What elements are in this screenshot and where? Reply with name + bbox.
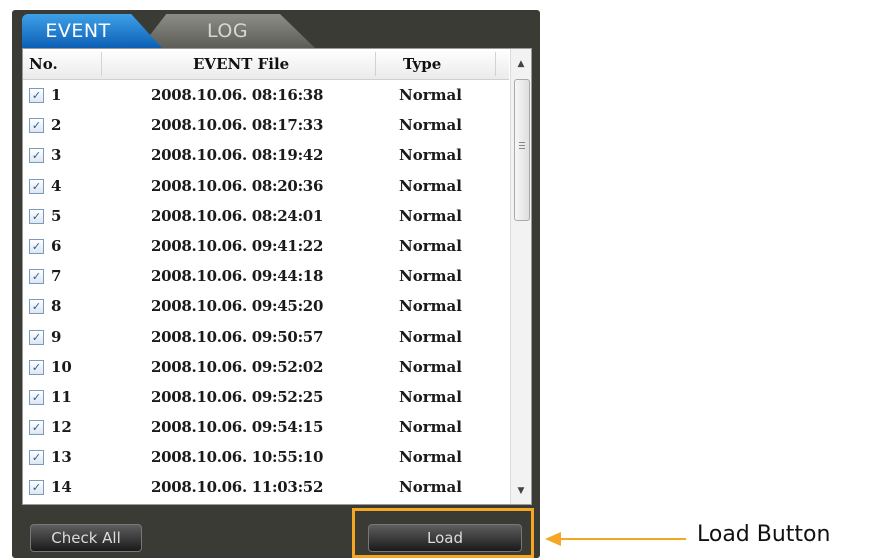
event-file-name: 2008.10.06. 09:52:25	[151, 387, 324, 406]
row-checkbox[interactable]: ✓	[29, 450, 44, 466]
event-type: Normal	[399, 236, 462, 255]
event-type: Normal	[399, 448, 462, 467]
event-type: Normal	[399, 478, 462, 497]
event-file-name: 2008.10.06. 09:44:18	[151, 267, 324, 286]
event-file-name: 2008.10.06. 11:03:52	[151, 478, 324, 497]
arrow-left-icon	[545, 532, 561, 546]
event-type: Normal	[399, 176, 462, 195]
table-body: ✓ 1 2008.10.06. 08:16:38 Normal ✓ 2 2008.10.0…	[23, 80, 509, 503]
event-file-name: 2008.10.06. 08:24:01	[151, 206, 324, 225]
table-row[interactable]: ✓ 9 2008.10.06. 09:50:57 Normal	[23, 322, 509, 352]
table-row[interactable]: ✓ 2 2008.10.06. 08:17:33 Normal	[23, 110, 509, 140]
row-number: 9	[51, 327, 62, 346]
row-checkbox[interactable]: ✓	[29, 299, 44, 315]
table-row[interactable]: ✓ 11 2008.10.06. 09:52:25 Normal	[23, 382, 509, 412]
table-row[interactable]: ✓ 5 2008.10.06. 08:24:01 Normal	[23, 201, 509, 231]
row-number: 14	[51, 478, 72, 497]
column-divider	[375, 52, 376, 76]
event-type: Normal	[399, 297, 462, 316]
event-file-name: 2008.10.06. 08:17:33	[151, 116, 324, 135]
event-type: Normal	[399, 387, 462, 406]
event-type: Normal	[399, 146, 462, 165]
event-type: Normal	[399, 206, 462, 225]
table-row[interactable]: ✓ 8 2008.10.06. 09:45:20 Normal	[23, 291, 509, 321]
row-checkbox[interactable]: ✓	[29, 420, 44, 436]
table-row[interactable]: ✓ 7 2008.10.06. 09:44:18 Normal	[23, 261, 509, 291]
event-file-list: No. EVENT File Type ✓ 1 2008.10.06. 08:16:…	[22, 48, 532, 505]
event-type: Normal	[399, 86, 462, 104]
tab-log-label: LOG	[206, 20, 249, 42]
table-row[interactable]: ✓ 10 2008.10.06. 09:52:02 Normal	[23, 352, 509, 382]
table-row[interactable]: ✓ 13 2008.10.06. 10:55:10 Normal	[23, 442, 509, 472]
event-file-name: 2008.10.06. 08:19:42	[151, 146, 324, 165]
event-type: Normal	[399, 267, 462, 286]
load-button-highlight	[352, 508, 534, 558]
table-row[interactable]: ✓ 4 2008.10.06. 08:20:36 Normal	[23, 171, 509, 201]
row-number: 11	[51, 387, 72, 406]
chevron-down-icon[interactable]: ▼	[511, 480, 531, 502]
column-divider	[495, 52, 496, 76]
row-checkbox[interactable]: ✓	[29, 178, 44, 194]
row-checkbox[interactable]: ✓	[29, 329, 44, 345]
event-file-name: 2008.10.06. 09:54:15	[151, 418, 324, 437]
row-checkbox[interactable]: ✓	[29, 238, 44, 254]
table-row[interactable]: ✓ 1 2008.10.06. 08:16:38 Normal	[23, 80, 509, 110]
event-file-name: 2008.10.06. 09:52:02	[151, 357, 324, 376]
column-header-type[interactable]: Type	[403, 55, 441, 73]
row-number: 6	[51, 236, 62, 255]
row-checkbox[interactable]: ✓	[29, 389, 44, 405]
row-number: 7	[51, 267, 62, 286]
callout-label: Load Button	[697, 522, 831, 547]
event-file-name: 2008.10.06. 10:55:10	[151, 448, 324, 467]
row-number: 5	[51, 206, 62, 225]
column-header-event-file[interactable]: EVENT File	[193, 55, 289, 73]
row-checkbox[interactable]: ✓	[29, 208, 44, 224]
row-checkbox[interactable]: ✓	[29, 359, 44, 375]
event-type: Normal	[399, 327, 462, 346]
row-checkbox[interactable]: ✓	[29, 269, 44, 285]
tab-event-label: EVENT	[45, 20, 111, 42]
event-file-name: 2008.10.06. 08:20:36	[151, 176, 324, 195]
table-row[interactable]: ✓ 3 2008.10.06. 08:19:42 Normal	[23, 140, 509, 170]
event-file-name: 2008.10.06. 09:50:57	[151, 327, 324, 346]
row-number: 4	[51, 176, 62, 195]
row-number: 2	[51, 116, 62, 135]
grip-icon	[519, 142, 525, 143]
row-number: 12	[51, 418, 72, 437]
row-number: 3	[51, 146, 62, 165]
event-file-name: 2008.10.06. 08:16:38	[151, 86, 324, 104]
row-number: 1	[51, 86, 62, 104]
event-file-name: 2008.10.06. 09:41:22	[151, 236, 324, 255]
event-type: Normal	[399, 418, 462, 437]
check-all-button[interactable]: Check All	[30, 524, 142, 552]
event-type: Normal	[399, 357, 462, 376]
callout-line	[560, 538, 686, 540]
chevron-up-icon[interactable]: ▲	[511, 53, 531, 75]
table-header: No. EVENT File Type	[23, 49, 509, 80]
table-row[interactable]: ✓ 14 2008.10.06. 11:03:52 Normal	[23, 472, 509, 502]
row-checkbox[interactable]: ✓	[29, 118, 44, 134]
row-number: 13	[51, 448, 72, 467]
event-file-name: 2008.10.06. 09:45:20	[151, 297, 324, 316]
scrollbar-thumb[interactable]	[514, 79, 530, 221]
row-checkbox[interactable]: ✓	[29, 148, 44, 164]
vertical-scrollbar[interactable]: ▲ ▼	[510, 49, 531, 504]
row-checkbox[interactable]: ✓	[29, 88, 44, 103]
row-number: 10	[51, 357, 72, 376]
event-type: Normal	[399, 116, 462, 135]
table-row[interactable]: ✓ 6 2008.10.06. 09:41:22 Normal	[23, 231, 509, 261]
table-row[interactable]: ✓ 12 2008.10.06. 09:54:15 Normal	[23, 412, 509, 442]
row-number: 8	[51, 297, 62, 316]
column-header-no[interactable]: No.	[29, 55, 58, 73]
row-checkbox[interactable]: ✓	[29, 480, 44, 496]
column-divider	[101, 52, 102, 76]
